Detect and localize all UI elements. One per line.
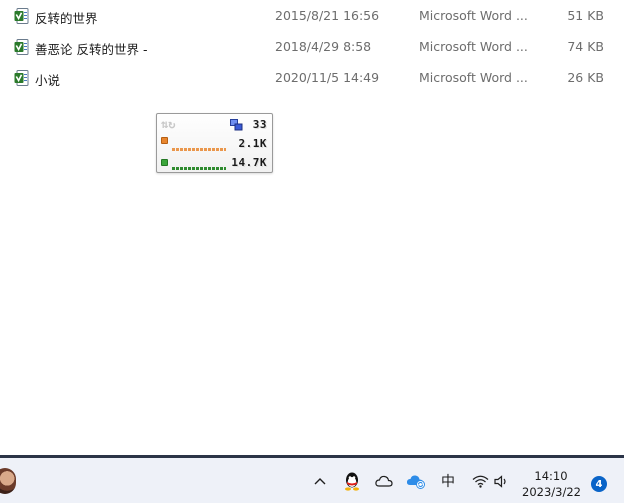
file-row[interactable]: 反转的世界 2015/8/21 16:56 Microsoft Word ...… [0,2,624,30]
ime-icon[interactable]: 中 [437,470,459,492]
download-speed: 14.7K [231,156,267,169]
file-size: 51 KB [567,8,604,23]
file-row[interactable]: 善恶论 反转的世界 - 2018/4/29 8:58 Microsoft Wor… [0,33,624,61]
file-type: Microsoft Word ... [419,70,528,85]
cloud-sync-icon[interactable] [405,470,427,492]
wifi-icon[interactable] [469,470,491,492]
file-modified-date: 2018/4/29 8:58 [275,39,372,54]
file-size: 74 KB [567,39,604,54]
file-modified-date: 2015/8/21 16:56 [275,8,380,23]
file-modified-date: 2020/11/5 14:49 [275,70,380,85]
onedrive-cloud-icon[interactable] [373,470,395,492]
clock-time: 14:10 [534,469,568,483]
qq-icon[interactable] [341,470,363,492]
word-document-icon [14,70,29,86]
volume-icon[interactable] [491,470,513,492]
file-name: 小说 [35,73,61,88]
file-size: 26 KB [567,70,604,85]
clock-date: 2023/3/22 [522,485,581,499]
file-name: 善恶论 反转的世界 - [35,42,148,57]
file-type: Microsoft Word ... [419,8,528,23]
file-type: Microsoft Word ... [419,39,528,54]
word-document-icon [14,39,29,55]
download-graph [172,167,226,170]
network-monitor-widget[interactable]: ⇅↻ 33 2.1K 14.7K [156,113,273,173]
taskbar: 中 14:10 2023/3/22 4 [0,455,624,503]
avatar[interactable] [0,468,16,494]
connection-count: 33 [252,118,267,131]
transfer-arrows-icon: ⇅↻ [161,117,176,131]
file-name: 反转的世界 [35,11,98,26]
upload-graph [172,148,226,151]
file-row[interactable]: 小说 2020/11/5 14:49 Microsoft Word ... 26… [0,64,624,92]
upload-speed: 2.1K [238,137,267,150]
system-clock[interactable]: 14:10 2023/3/22 [522,468,581,500]
download-indicator-icon [161,159,168,166]
connections-icon [230,119,243,131]
word-document-icon [14,8,29,24]
notification-badge[interactable]: 4 [591,476,607,492]
chevron-up-icon[interactable] [309,470,331,492]
upload-indicator-icon [161,137,168,144]
